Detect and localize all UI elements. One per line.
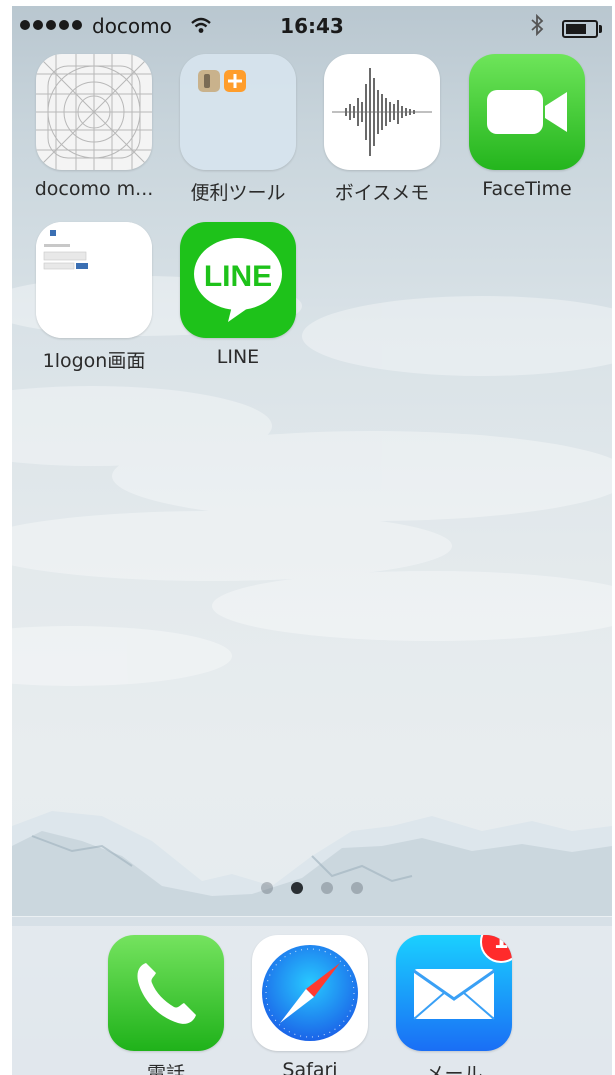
page-dot-active[interactable] — [291, 882, 303, 894]
app-label: Safari — [282, 1059, 338, 1075]
envelope-icon: 1 — [396, 935, 512, 1051]
app-label: FaceTime — [482, 178, 572, 200]
page-dot[interactable] — [261, 882, 273, 894]
app-voice-memo[interactable]: ボイスメモ — [322, 54, 442, 205]
video-camera-icon — [469, 54, 585, 170]
app-label: 電話 — [146, 1063, 185, 1075]
app-label: 1logon画面 — [42, 350, 146, 372]
app-line[interactable]: LINE LINE — [178, 222, 298, 368]
app-label: ボイスメモ — [334, 182, 430, 204]
battery-icon — [562, 20, 602, 38]
compass-icon — [252, 935, 368, 1051]
dock: 電話 Safari 1 メール — [12, 916, 612, 1075]
home-screen: docomo 16:43 docomo m... 便利ツール ボイスメモ Fac… — [12, 6, 612, 1075]
app-label: docomo m... — [34, 178, 154, 200]
folder-icon — [180, 54, 296, 170]
dock-app-mail[interactable]: 1 メール — [394, 935, 514, 1075]
phone-icon — [108, 935, 224, 1051]
status-time: 16:43 — [280, 14, 344, 38]
app-facetime[interactable]: FaceTime — [467, 54, 587, 200]
dock-app-phone[interactable]: 電話 — [106, 935, 226, 1075]
app-1logon[interactable]: 1logon画面 — [34, 222, 154, 373]
status-bar: docomo 16:43 — [12, 6, 612, 46]
screenshot-thumbnail-icon — [36, 222, 152, 338]
app-label: メール — [425, 1063, 483, 1075]
waveform-icon — [324, 54, 440, 170]
app-folder-tools[interactable]: 便利ツール — [178, 54, 298, 205]
line-speech-bubble-icon: LINE — [180, 222, 296, 338]
app-docomo[interactable]: docomo m... — [34, 54, 154, 200]
docomo-grid-icon — [36, 54, 152, 170]
page-indicator[interactable] — [12, 882, 612, 894]
wallpaper-mountains — [12, 811, 612, 926]
line-logo-text: LINE — [204, 260, 272, 293]
app-label: LINE — [216, 346, 260, 368]
page-dot[interactable] — [351, 882, 363, 894]
bluetooth-icon — [531, 14, 544, 36]
page-dot[interactable] — [321, 882, 333, 894]
app-label: 便利ツール — [190, 182, 286, 204]
dock-app-safari[interactable]: Safari — [250, 935, 370, 1075]
